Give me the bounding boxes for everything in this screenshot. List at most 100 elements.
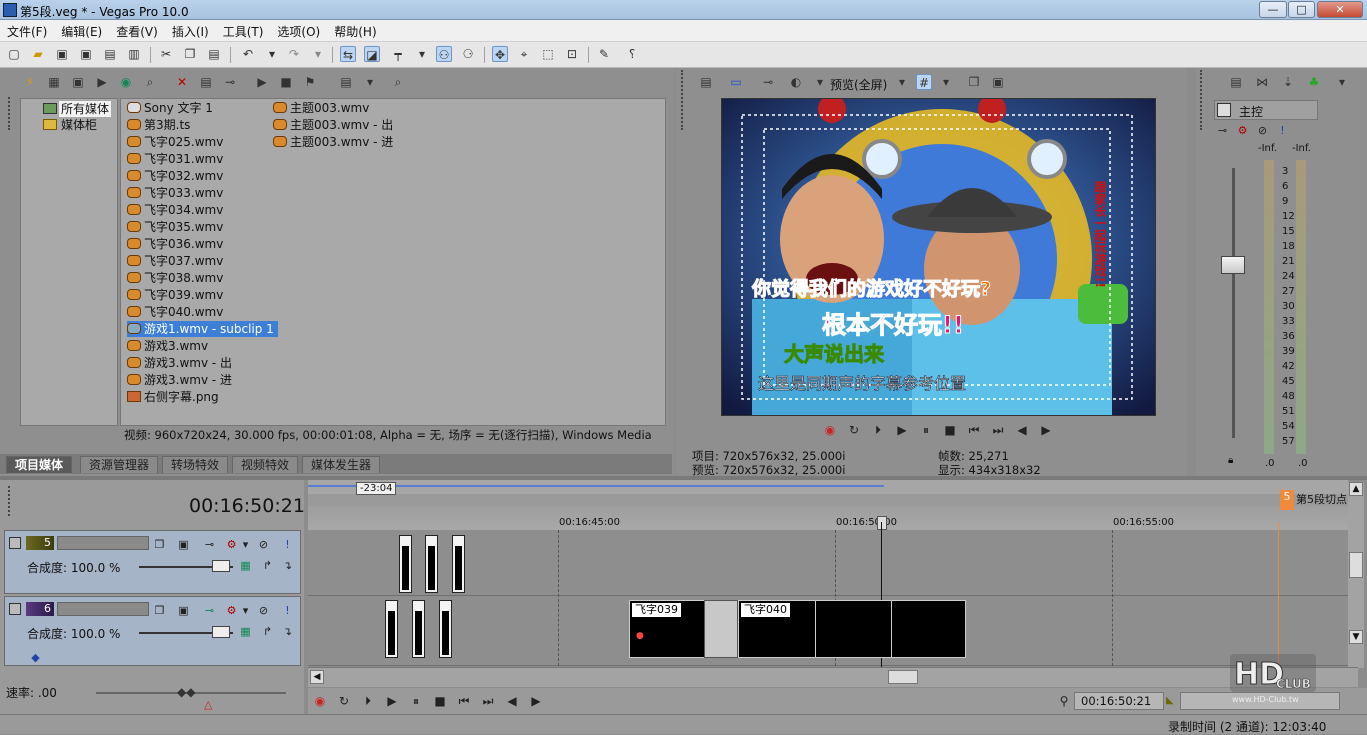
list-item[interactable]: 主题003.wmv - 进: [273, 134, 393, 150]
save-icon[interactable]: ▣: [54, 46, 70, 62]
ripple-edit-icon[interactable]: ┯: [390, 46, 406, 62]
solo-icon[interactable]: !: [281, 538, 294, 551]
burn-disc-icon[interactable]: ▶: [94, 74, 110, 90]
composite-mode-icon[interactable]: ❐: [153, 538, 166, 551]
video-track-6[interactable]: 6 ❐ ▣ ⊸ ⚙ ▾ ⊘ ! 合成度: 100.0 % ▦ ↱ ↴ ◆: [4, 596, 301, 666]
paste-icon[interactable]: ▤: [206, 46, 222, 62]
track-fx-dropdown-icon[interactable]: ▾: [239, 604, 252, 617]
snap-icon[interactable]: ⇆: [340, 46, 356, 62]
downmix-icon[interactable]: ⋈: [1254, 74, 1270, 90]
list-item[interactable]: 游戏3.wmv: [127, 338, 208, 354]
menu-insert[interactable]: 插入(I): [165, 20, 216, 40]
video-event-small[interactable]: [425, 535, 438, 593]
go-to-end-icon[interactable]: ⏭: [480, 693, 496, 709]
vertical-scrollbar[interactable]: ▲ ▼: [1348, 482, 1364, 668]
maximize-button[interactable]: □: [1288, 1, 1315, 18]
scroll-left-icon[interactable]: ◀: [310, 670, 324, 684]
dim-output-icon[interactable]: ⇣: [1280, 74, 1296, 90]
master-mute-icon[interactable]: ⊘: [1256, 124, 1269, 137]
crossfade-region[interactable]: [704, 600, 738, 658]
undo-icon[interactable]: ↶: [240, 46, 256, 62]
tab-video-fx[interactable]: 视频特效: [232, 456, 299, 473]
whats-this-icon[interactable]: ⸮: [624, 46, 640, 62]
timeline-grip[interactable]: [8, 486, 16, 516]
loop-playback-icon[interactable]: ↻: [846, 422, 862, 438]
track-fx-gear-icon[interactable]: ⚙: [225, 538, 238, 551]
remove-icon[interactable]: ✕: [174, 74, 190, 90]
play-from-start-icon[interactable]: ⏵: [870, 422, 886, 438]
media-fx-icon[interactable]: ⊸: [222, 74, 238, 90]
marker-flag[interactable]: 5: [1280, 490, 1294, 510]
play-icon[interactable]: ▶: [384, 693, 400, 709]
list-item[interactable]: 飞字034.wmv: [127, 202, 223, 218]
views-dropdown-icon[interactable]: ▾: [362, 74, 378, 90]
video-event-small[interactable]: [385, 600, 398, 658]
expand-keyframes-icon[interactable]: ◆: [29, 651, 42, 664]
auto-crossfade-icon[interactable]: ◪: [364, 46, 380, 62]
views-icon[interactable]: ▤: [338, 74, 354, 90]
properties-icon[interactable]: ▥: [126, 46, 142, 62]
save-snapshot-icon[interactable]: ▣: [990, 74, 1006, 90]
composite-slider-knob[interactable]: [212, 626, 230, 638]
preview-grip[interactable]: [681, 70, 689, 130]
list-item[interactable]: 飞字031.wmv: [127, 151, 223, 167]
insert-bus-icon[interactable]: ♣: [1306, 74, 1322, 90]
track-fx-dropdown-icon[interactable]: ▾: [239, 538, 252, 551]
composite-slider-knob[interactable]: [212, 560, 230, 572]
playhead-handle[interactable]: [877, 516, 887, 530]
track-motion-icon[interactable]: ⊸: [203, 538, 216, 551]
horizontal-scrollbar[interactable]: ◀: [308, 667, 1358, 687]
split-screen-icon[interactable]: ◐: [788, 74, 804, 90]
pause-icon[interactable]: ⏸: [408, 693, 424, 709]
copy-icon[interactable]: ❐: [182, 46, 198, 62]
track-properties-icon[interactable]: ▦: [239, 559, 252, 572]
horizontal-scroll-thumb[interactable]: [888, 670, 918, 684]
list-item[interactable]: 第3期.ts: [127, 117, 190, 133]
list-item-selected[interactable]: 游戏1.wmv - subclip 1: [127, 321, 278, 337]
cut-icon[interactable]: ✂: [158, 46, 174, 62]
track-collapse-icon[interactable]: [9, 603, 21, 615]
menu-file[interactable]: 文件(F): [0, 20, 54, 40]
list-item[interactable]: 飞字036.wmv: [127, 236, 223, 252]
go-to-start-icon[interactable]: ⏮: [966, 422, 982, 438]
previous-frame-icon[interactable]: ◀: [1014, 422, 1030, 438]
make-compositing-child-icon[interactable]: ▣: [177, 604, 190, 617]
scroll-down-icon[interactable]: ▼: [1349, 630, 1363, 644]
play-from-start-icon[interactable]: ⏵: [360, 693, 376, 709]
tree-item-all-media[interactable]: 所有媒体: [59, 101, 112, 117]
stop-media-icon[interactable]: ■: [278, 74, 294, 90]
list-item[interactable]: 飞字037.wmv: [127, 253, 223, 269]
stop-icon[interactable]: ■: [942, 422, 958, 438]
next-frame-icon[interactable]: ▶: [528, 693, 544, 709]
ignore-grouping-icon[interactable]: ⚆: [460, 46, 476, 62]
auto-preview-icon[interactable]: ⚑: [302, 74, 318, 90]
undo-dropdown-icon[interactable]: ▾: [264, 46, 280, 62]
menu-options[interactable]: 选项(O): [270, 20, 327, 40]
preview-fx-icon[interactable]: ⊸: [760, 74, 776, 90]
vertical-scroll-thumb[interactable]: [1349, 552, 1363, 578]
time-ruler[interactable]: [308, 506, 1348, 530]
mute-icon[interactable]: ⊘: [257, 604, 270, 617]
transport-time-field[interactable]: 00:16:50:21: [1074, 692, 1164, 710]
ripple-dropdown-icon[interactable]: ▾: [414, 46, 430, 62]
composite-mode-icon[interactable]: ❐: [153, 604, 166, 617]
selection-tool-icon[interactable]: ⬚: [540, 46, 556, 62]
menu-tools[interactable]: 工具(T): [216, 20, 271, 40]
external-monitor-icon[interactable]: ▭: [728, 74, 744, 90]
list-item[interactable]: 飞字032.wmv: [127, 168, 223, 184]
loop-playback-icon[interactable]: ↻: [336, 693, 352, 709]
tab-transitions[interactable]: 转场特效: [162, 456, 229, 473]
menu-help[interactable]: 帮助(H): [327, 20, 383, 40]
list-item[interactable]: 飞字038.wmv: [127, 270, 223, 286]
make-compositing-child-icon[interactable]: ▣: [177, 538, 190, 551]
menu-edit[interactable]: 编辑(E): [54, 20, 109, 40]
video-track-5[interactable]: 5 ❐ ▣ ⊸ ⚙ ▾ ⊘ ! 合成度: 100.0 % ▦ ↱ ↴: [4, 530, 301, 594]
move-up-icon[interactable]: ↱: [261, 625, 274, 638]
rate-slider-knob[interactable]: ◆◆: [177, 685, 195, 699]
overlays-icon[interactable]: #: [916, 74, 932, 90]
web-media-icon[interactable]: ◉: [118, 74, 134, 90]
solo-icon[interactable]: !: [281, 604, 294, 617]
split-dropdown-icon[interactable]: ▾: [812, 74, 828, 90]
mixer-menu-icon[interactable]: ▾: [1334, 74, 1350, 90]
search-media-icon[interactable]: ⌕: [142, 74, 158, 90]
